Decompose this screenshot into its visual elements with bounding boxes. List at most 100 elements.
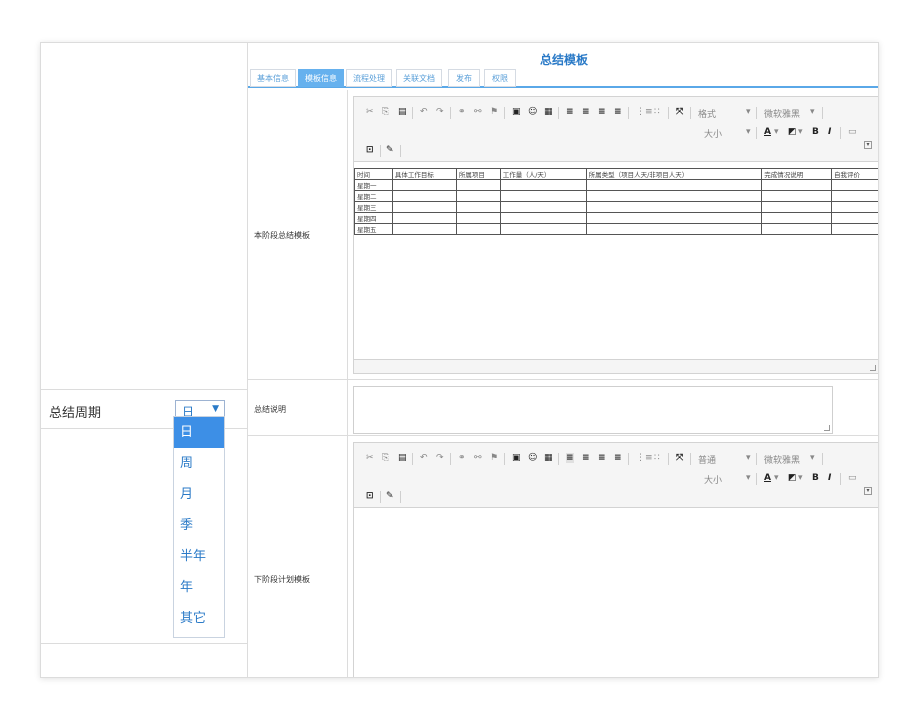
font-size-dropdown[interactable]: 大小 <box>704 473 722 486</box>
emoji-icon[interactable]: ☺ <box>528 107 537 117</box>
emoji-icon[interactable]: ☺ <box>528 453 537 463</box>
align-left-icon[interactable]: ≡ <box>566 453 574 463</box>
chevron-down-icon[interactable]: ▾ <box>774 473 779 483</box>
toolbar-separator <box>756 473 757 485</box>
chevron-down-icon[interactable]: ▾ <box>746 107 751 117</box>
summary-note-textarea[interactable] <box>353 386 833 434</box>
paste-icon[interactable]: ▤ <box>398 107 407 117</box>
font-family-dropdown[interactable]: 微软雅黑 <box>764 453 800 466</box>
tab-related-docs[interactable]: 关联文档 <box>396 69 442 87</box>
background-color-icon[interactable]: ◩ <box>788 127 797 137</box>
chevron-down-icon[interactable]: ▾ <box>798 127 803 137</box>
toolbar-collapse-icon[interactable]: ▾ <box>864 141 872 149</box>
clear-format-icon[interactable]: ✎ <box>386 491 394 501</box>
chevron-down-icon[interactable]: ▾ <box>810 453 815 463</box>
paste-icon[interactable]: ▤ <box>398 453 407 463</box>
summary-note-label-cell: 总结说明 <box>248 380 348 435</box>
image-icon[interactable]: ▣ <box>512 453 521 463</box>
redo-icon[interactable]: ↷ <box>436 453 444 463</box>
link-icon[interactable]: ⚭ <box>458 453 466 463</box>
bold-icon[interactable]: B <box>812 473 819 483</box>
chevron-down-icon[interactable]: ▾ <box>746 453 751 463</box>
image-icon[interactable]: ▣ <box>512 107 521 117</box>
resize-handle-icon[interactable] <box>824 425 830 431</box>
table-row: 星期一 <box>354 179 878 191</box>
align-center-icon[interactable]: ≡ <box>582 453 590 463</box>
numbered-list-icon[interactable]: ⋮≡ <box>636 453 653 463</box>
align-justify-icon[interactable]: ≡ <box>614 107 622 117</box>
preview-icon[interactable]: ⊡ <box>366 145 374 155</box>
period-option-other[interactable]: 其它 <box>174 603 224 634</box>
table-header-cell: 所属项目 <box>455 168 501 180</box>
period-option-half-year[interactable]: 半年 <box>174 541 224 572</box>
chevron-down-icon[interactable]: ▾ <box>810 107 815 117</box>
chevron-down-icon[interactable]: ▾ <box>746 473 751 483</box>
background-color-icon[interactable]: ◩ <box>788 473 797 483</box>
italic-icon[interactable]: I <box>828 127 831 137</box>
cut-icon[interactable]: ✂ <box>366 453 374 463</box>
summary-table[interactable]: 时间 具体工作目标 所属项目 工作量（人/天） 所属类型（项目人天/非项目人天）… <box>354 168 878 235</box>
chevron-down-icon[interactable]: ▾ <box>798 473 803 483</box>
text-color-icon[interactable]: A <box>764 473 771 483</box>
next-plan-row: 下阶段计划模板 ✂ ⎘ ▤ ↶ ↷ ⚭ ⚯ ⚑ ▣ ☺ ▦ ≡ ≡ ≡ ≡ ⋮≡… <box>248 436 878 677</box>
align-right-icon[interactable]: ≡ <box>598 453 606 463</box>
toolbar-separator <box>412 453 413 465</box>
align-right-icon[interactable]: ≡ <box>598 107 606 117</box>
font-family-dropdown[interactable]: 微软雅黑 <box>764 107 800 120</box>
toolbar-separator <box>822 453 823 465</box>
toolbar-collapse-icon[interactable]: ▾ <box>864 487 872 495</box>
source-icon[interactable]: ▭ <box>848 473 857 483</box>
chevron-down-icon[interactable]: ▾ <box>774 127 779 137</box>
format-dropdown[interactable]: 普通 <box>698 453 716 466</box>
anchor-icon[interactable]: ⚑ <box>490 107 498 117</box>
tab-template-info[interactable]: 模板信息 <box>298 69 344 87</box>
toolbar-separator <box>504 453 505 465</box>
align-center-icon[interactable]: ≡ <box>582 107 590 117</box>
numbered-list-icon[interactable]: ⋮≡ <box>636 107 653 117</box>
redo-icon[interactable]: ↷ <box>436 107 444 117</box>
toolbar-separator <box>628 453 629 465</box>
table-header-cell: 时间 <box>354 168 393 180</box>
tab-workflow[interactable]: 流程处理 <box>346 69 392 87</box>
chevron-down-icon[interactable]: ▾ <box>746 127 751 137</box>
undo-icon[interactable]: ↶ <box>420 453 428 463</box>
unlink-icon[interactable]: ⚯ <box>474 107 482 117</box>
tab-publish[interactable]: 发布 <box>448 69 480 87</box>
unlink-icon[interactable]: ⚯ <box>474 453 482 463</box>
align-justify-icon[interactable]: ≡ <box>614 453 622 463</box>
fullscreen-icon[interactable]: ⤧ <box>676 453 683 463</box>
template-panel: 总结模板 基本信息 模板信息 流程处理 关联文档 发布 权限 本阶段总结模板 ✂… <box>248 43 878 677</box>
toolbar-separator <box>822 107 823 119</box>
copy-icon[interactable]: ⎘ <box>382 107 389 117</box>
period-option-quarter[interactable]: 季 <box>174 510 224 541</box>
link-icon[interactable]: ⚭ <box>458 107 466 117</box>
next-plan-editor[interactable]: ✂ ⎘ ▤ ↶ ↷ ⚭ ⚯ ⚑ ▣ ☺ ▦ ≡ ≡ ≡ ≡ ⋮≡ ∷ ⤧ 普通 … <box>353 442 878 677</box>
font-size-dropdown[interactable]: 大小 <box>704 127 722 140</box>
current-summary-editor[interactable]: ✂ ⎘ ▤ ↶ ↷ ⚭ ⚯ ⚑ ▣ ☺ ▦ ≡ ≡ ≡ ≡ ⋮≡ ∷ ⤧ 格式 … <box>353 96 878 374</box>
table-icon[interactable]: ▦ <box>544 453 553 463</box>
fullscreen-icon[interactable]: ⤧ <box>676 107 683 117</box>
table-row: 星期三 <box>354 201 878 213</box>
period-option-year[interactable]: 年 <box>174 572 224 603</box>
period-option-month[interactable]: 月 <box>174 479 224 510</box>
period-option-day[interactable]: 日 <box>174 417 224 448</box>
bullet-list-icon[interactable]: ∷ <box>654 107 660 117</box>
align-left-icon[interactable]: ≡ <box>566 107 574 117</box>
copy-icon[interactable]: ⎘ <box>382 453 389 463</box>
undo-icon[interactable]: ↶ <box>420 107 428 117</box>
resize-handle-icon[interactable] <box>870 365 876 371</box>
period-option-week[interactable]: 周 <box>174 448 224 479</box>
tab-basic-info[interactable]: 基本信息 <box>250 69 296 87</box>
anchor-icon[interactable]: ⚑ <box>490 453 498 463</box>
clear-format-icon[interactable]: ✎ <box>386 145 394 155</box>
text-color-icon[interactable]: A <box>764 127 771 137</box>
tab-permissions[interactable]: 权限 <box>484 69 516 87</box>
italic-icon[interactable]: I <box>828 473 831 483</box>
preview-icon[interactable]: ⊡ <box>366 491 374 501</box>
bullet-list-icon[interactable]: ∷ <box>654 453 660 463</box>
table-icon[interactable]: ▦ <box>544 107 553 117</box>
bold-icon[interactable]: B <box>812 127 819 137</box>
cut-icon[interactable]: ✂ <box>366 107 374 117</box>
source-icon[interactable]: ▭ <box>848 127 857 137</box>
format-dropdown[interactable]: 格式 <box>698 107 716 120</box>
